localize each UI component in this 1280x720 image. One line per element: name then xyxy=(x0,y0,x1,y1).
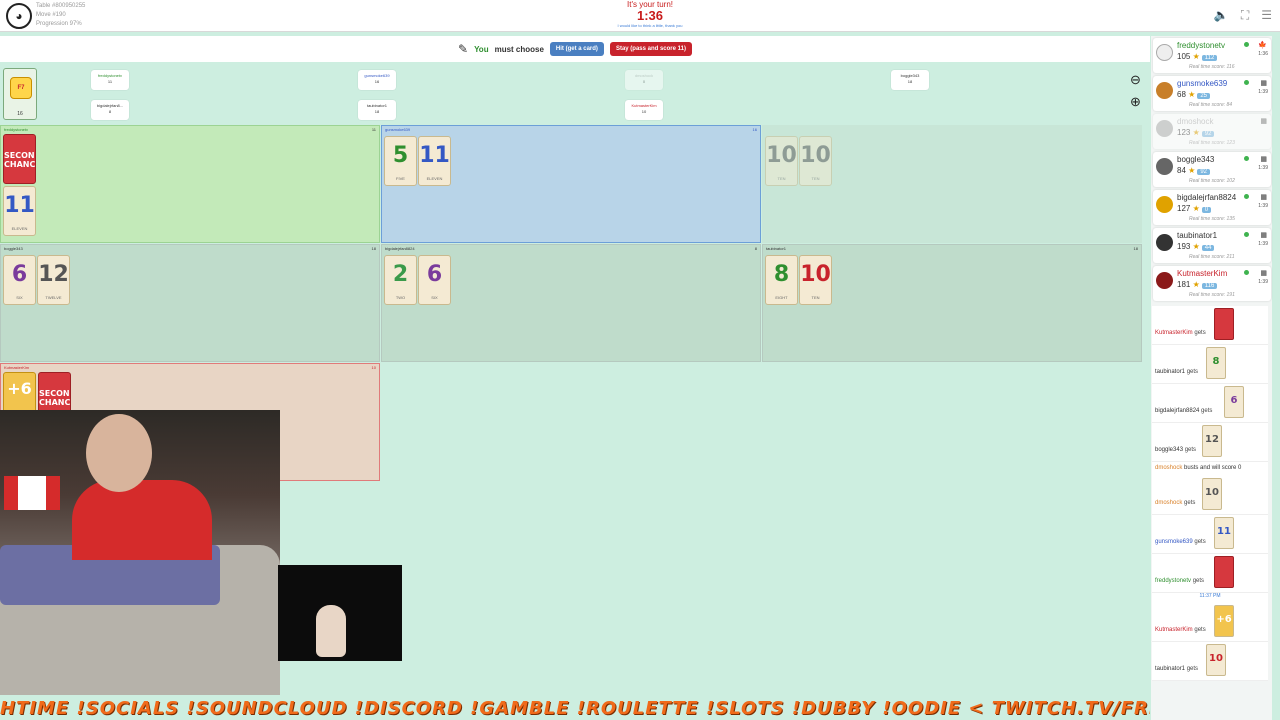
bga-logo-icon[interactable]: ◕ xyxy=(6,3,32,29)
think-link[interactable]: I would like to think a little, thank yo… xyxy=(560,23,740,29)
star-icon: ★ xyxy=(1192,280,1200,289)
turn-indicator: It's your turn! 1:36 I would like to thi… xyxy=(560,0,740,29)
online-dot-icon xyxy=(1244,194,1249,199)
card-twelve: 12 TWELVE xyxy=(37,255,70,305)
canada-flag-icon xyxy=(4,476,60,510)
turn-timer: 1:36 xyxy=(636,8,664,23)
player-card-bigdalejrfan8824[interactable]: bigdalejrfan8824 127 ★ 0 Real time score:… xyxy=(1153,190,1271,225)
log-entry: 10 dmoshock gets xyxy=(1152,476,1268,515)
card-ten: 10 TEN xyxy=(765,136,798,186)
player-region-gunsmoke639: gunsmoke639 16 5 FIVE 11 ELEVEN xyxy=(381,125,761,243)
card-six: 6 SIX xyxy=(3,255,36,305)
card-five: 5 FIVE xyxy=(384,136,417,186)
online-dot-icon xyxy=(1244,270,1249,275)
us-flag-icon: ▦ xyxy=(1260,80,1267,87)
log-timestamp: 11:37 PM xyxy=(1152,593,1268,603)
star-icon: ★ xyxy=(1192,128,1200,137)
player-card-dmoshock[interactable]: dmoshock 123 ★ 92 Real time score: 123 ▦ xyxy=(1153,114,1271,149)
player-region-dmoshock: 10 TEN 10 TEN xyxy=(762,125,1142,243)
card-six: 6 SIX xyxy=(418,255,451,305)
card-two: 2 TWO xyxy=(384,255,417,305)
zoom-in-icon[interactable]: ⊕ xyxy=(1130,94,1141,110)
player-card-kutmasterkim[interactable]: KutmasterKim 181 ★ 116 Real time score: 1… xyxy=(1153,266,1271,301)
online-dot-icon xyxy=(1244,80,1249,85)
draw-deck: F7 16 xyxy=(3,68,37,120)
progression: Progression 97% xyxy=(36,21,82,27)
player-card-gunsmoke639[interactable]: gunsmoke639 68 ★ 25 Real time score: 84 ▦… xyxy=(1153,76,1271,111)
must-choose-label: must choose xyxy=(494,44,544,54)
action-bar: ✎ You must choose Hit (get a card) Stay … xyxy=(0,36,1150,62)
player-card-taubinator1[interactable]: taubinator1 193 ★ 44 Real time score: 211… xyxy=(1153,228,1271,263)
log-entry: 10 taubinator1 gets xyxy=(1152,642,1268,681)
online-dot-icon xyxy=(1244,156,1249,161)
zoom-out-icon[interactable]: ⊖ xyxy=(1130,72,1141,88)
star-icon: ★ xyxy=(1192,242,1200,251)
you-label: You xyxy=(474,44,489,54)
player-region-freddystonetv: freddystonetv 11 SECOND CHANCE 11ELEVEN xyxy=(0,125,380,243)
avatar xyxy=(1156,82,1173,99)
us-flag-icon: ▦ xyxy=(1260,232,1267,239)
avatar xyxy=(1156,158,1173,175)
log-entry-bust: dmoshock busts and will score 0 xyxy=(1152,462,1268,476)
us-flag-icon: ▦ xyxy=(1260,194,1267,201)
header-tag: gunsmoke639 16 xyxy=(358,70,396,90)
card-eleven: 11 ELEVEN xyxy=(3,186,36,236)
star-icon: ★ xyxy=(1188,90,1196,99)
pencil-icon: ✎ xyxy=(458,42,469,56)
canada-flag-icon: 🍁 xyxy=(1258,42,1267,49)
sound-icon[interactable]: 🔈 xyxy=(1214,8,1229,23)
player-card-freddystonetv[interactable]: freddystonetv 105 ★ 112 Real time score: … xyxy=(1153,38,1271,73)
log-entry: freddystonetv gets xyxy=(1152,554,1268,593)
top-bar: ◕ Table #800950255 Move #190 Progression… xyxy=(0,0,1280,32)
log-entry: KutmasterKim gets xyxy=(1152,306,1268,345)
avatar xyxy=(1156,120,1173,137)
header-tag: dmoshock 0 xyxy=(625,70,663,90)
card-ten: 10 TEN xyxy=(799,136,832,186)
menu-icon[interactable]: ☰ xyxy=(1261,8,1272,23)
star-icon: ★ xyxy=(1188,166,1196,175)
avatar xyxy=(1156,272,1173,289)
card-second-chance: SECOND CHANCE xyxy=(3,134,36,184)
player-region-boggle343: boggle343 18 6 SIX 12 TWELVE xyxy=(0,244,380,362)
log-entry: 8 taubinator1 gets xyxy=(1152,345,1268,384)
hit-button[interactable]: Hit (get a card) xyxy=(549,42,604,56)
table-id: Table #800950255 xyxy=(36,3,86,9)
card-ten: 10 TEN xyxy=(799,255,832,305)
us-flag-icon: ▦ xyxy=(1260,118,1267,125)
log-entry: 11 gunsmoke639 gets xyxy=(1152,515,1268,554)
stay-button[interactable]: Stay (pass and score 11) xyxy=(609,42,692,56)
us-flag-icon: ▦ xyxy=(1260,270,1267,277)
us-flag-icon: ▦ xyxy=(1260,156,1267,163)
player-card-boggle343[interactable]: boggle343 84 ★ 92 Real time score: 102 ▦ … xyxy=(1153,152,1271,187)
table-info: Table #800950255 Move #190 Progression 9… xyxy=(36,2,85,29)
hand-camera xyxy=(278,565,402,661)
avatar xyxy=(1156,234,1173,251)
avatar xyxy=(1156,44,1173,61)
stream-ticker: HTIME !SOCIALS !SOUNDCLOUD !DISCORD !GAM… xyxy=(0,698,1150,719)
card-eight: 8 EIGHT xyxy=(765,255,798,305)
card-eleven: 11 ELEVEN xyxy=(418,136,451,186)
star-icon: ★ xyxy=(1192,204,1200,213)
header-tag: KutmasterKim 10 xyxy=(625,100,663,120)
player-region-taubinator1: taubinator1 18 8 EIGHT 10 TEN xyxy=(762,244,1142,362)
header-tag: freddystonetv 11 xyxy=(91,70,129,90)
move-number: Move #190 xyxy=(36,12,66,18)
header-tag: taubinator1 18 xyxy=(358,100,396,120)
online-dot-icon xyxy=(1244,42,1249,47)
streamer-webcam xyxy=(0,410,280,695)
deck-count: 16 xyxy=(17,111,23,117)
online-dot-icon xyxy=(1244,232,1249,237)
player-region-bigdalejrfan8824: bigdalejrfan8824 8 2 TWO 6 SIX xyxy=(381,244,761,362)
star-icon: ★ xyxy=(1192,52,1200,61)
avatar xyxy=(1156,196,1173,213)
log-entry: +6 KutmasterKim gets xyxy=(1152,603,1268,642)
header-tag: boggle343 18 xyxy=(891,70,929,90)
fullscreen-icon[interactable]: ⛶ xyxy=(1241,8,1249,23)
game-log: KutmasterKim gets 8 taubinator1 gets 6 b… xyxy=(1152,306,1268,681)
flip7-logo-icon: F7 xyxy=(10,77,32,99)
log-entry: 12 boggle343 gets xyxy=(1152,423,1268,462)
header-tag: bigdalejrfan8... 8 xyxy=(91,100,129,120)
log-entry: 6 bigdalejrfan8824 gets xyxy=(1152,384,1268,423)
